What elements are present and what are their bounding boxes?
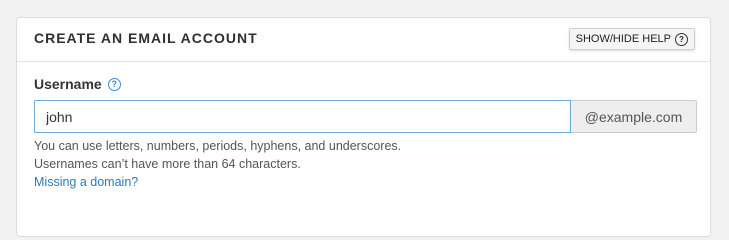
panel-header: CREATE AN EMAIL ACCOUNT SHOW/HIDE HELP ? xyxy=(17,18,710,62)
username-help-text-allowed-chars: You can use letters, numbers, periods, h… xyxy=(34,139,402,153)
show-hide-help-label: SHOW/HIDE HELP xyxy=(575,33,671,45)
show-hide-help-button[interactable]: SHOW/HIDE HELP ? xyxy=(568,28,695,50)
username-help-text-max-length: Usernames can’t have more than 64 charac… xyxy=(34,157,301,171)
username-label-row: Username ? xyxy=(34,76,121,92)
username-info-icon[interactable]: ? xyxy=(107,77,121,91)
create-email-account-panel: CREATE AN EMAIL ACCOUNT SHOW/HIDE HELP ?… xyxy=(16,17,711,237)
domain-suffix-addon: @example.com xyxy=(571,100,697,133)
question-circle-icon: ? xyxy=(675,32,688,46)
username-input-group: @example.com xyxy=(34,100,697,133)
username-label: Username xyxy=(34,76,102,92)
username-input[interactable] xyxy=(34,100,571,133)
missing-domain-link[interactable]: Missing a domain? xyxy=(34,175,138,189)
panel-title: CREATE AN EMAIL ACCOUNT xyxy=(34,30,258,46)
